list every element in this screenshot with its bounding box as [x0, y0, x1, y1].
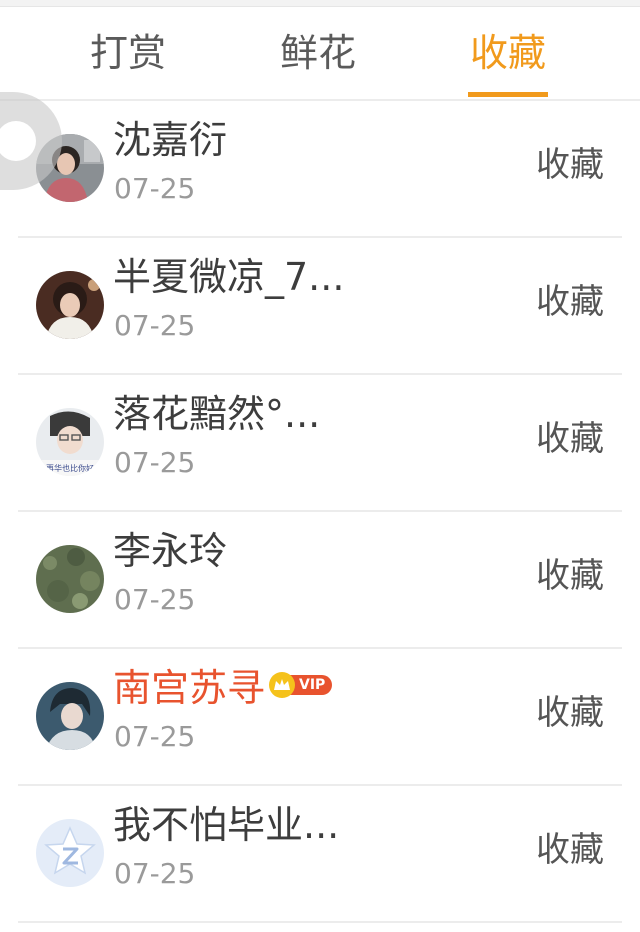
tab-flowers[interactable]: 鲜花 [280, 29, 356, 77]
action-label: 收藏 [536, 282, 604, 322]
date: 07-25 [114, 309, 196, 342]
avatar[interactable]: 再华也比你好 [36, 408, 104, 476]
user-name: 李永玲 [113, 529, 228, 573]
user-name: 沈嘉衍 [113, 118, 228, 162]
action-label: 收藏 [536, 145, 604, 185]
list-item[interactable]: 我不怕毕业... 07-25 收藏 [0, 786, 640, 923]
top-divider [0, 0, 640, 7]
action-label: 收藏 [536, 830, 604, 870]
list-item[interactable]: 南宫苏寻 VIP 07-25 收藏 [0, 649, 640, 786]
vip-badge: VIP [269, 671, 333, 698]
list-item[interactable]: 再华也比你好 落花黯然°... 07-25 收藏 [0, 375, 640, 512]
tab-reward[interactable]: 打赏 [90, 29, 166, 77]
date: 07-25 [114, 446, 196, 479]
action-label: 收藏 [536, 419, 604, 459]
active-tab-indicator [468, 92, 549, 97]
crown-icon [269, 671, 296, 698]
user-name: 南宫苏寻 VIP [113, 663, 333, 713]
user-name: 落花黯然°... [113, 392, 321, 436]
floating-button-center [0, 121, 36, 161]
user-name: 半夏微凉_7... [113, 255, 345, 299]
action-label: 收藏 [536, 693, 604, 733]
user-name: 我不怕毕业... [113, 803, 340, 847]
date: 07-25 [114, 857, 196, 890]
tab-favorites[interactable]: 收藏 [468, 29, 549, 97]
avatar[interactable] [36, 682, 104, 750]
favorites-list: 沈嘉衍 07-25 收藏 半夏微凉_7... 07-25 收藏 再华也比你好 落… [0, 101, 640, 923]
date: 07-25 [114, 172, 196, 205]
avatar[interactable] [36, 271, 104, 339]
date: 07-25 [114, 583, 196, 616]
list-item[interactable]: 李永玲 07-25 收藏 [0, 512, 640, 649]
avatar[interactable] [36, 545, 104, 613]
action-label: 收藏 [536, 556, 604, 596]
avatar-caption: 再华也比你好 [46, 463, 94, 473]
list-item[interactable]: 半夏微凉_7... 07-25 收藏 [0, 238, 640, 375]
avatar[interactable] [36, 819, 104, 887]
list-item[interactable]: 沈嘉衍 07-25 收藏 [0, 101, 640, 238]
date: 07-25 [114, 720, 196, 753]
tab-bar: 打赏 鲜花 收藏 [0, 7, 640, 101]
